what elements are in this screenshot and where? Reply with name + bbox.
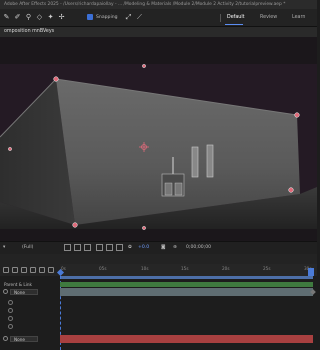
composition-panel-header: omposition mnBVeys [0,27,317,38]
ruler-label: 20s [222,266,230,271]
show-snapshot-icon[interactable]: ⊛ [173,244,177,252]
composition-viewer[interactable] [0,37,317,264]
resolution-dropdown[interactable]: (Full) [22,244,33,252]
ruler-label: 15s [181,266,189,271]
snapping-label: Snapping [96,15,118,20]
layer-row[interactable]: None [0,335,60,343]
snapping-checkbox[interactable] [87,14,93,20]
draft-3d-icon[interactable] [106,244,113,251]
toolbar: ✎ ✐ ⚲ ◇ ✦ ✢ Snapping ⤢ ⟋ Default Review … [0,9,317,27]
shy-layers-icon[interactable] [21,267,27,273]
color-channel-icon[interactable] [96,244,103,251]
draft-3d-switch-icon[interactable] [12,267,18,273]
viewer-controls: ▾ (Full) ✿ +0.0 ◙ ⊛ 0;00;00;00 [0,241,317,254]
window-1 [191,146,199,178]
parent-link-header: Parent & Link [4,282,32,287]
workspace-review[interactable]: Review [260,14,277,22]
handle-mid-right [288,187,294,193]
workspace-separator [220,14,221,22]
ruler-label: 05s [99,266,107,271]
exposure-value[interactable]: +0.0 [138,244,149,252]
brush-tool-icon[interactable]: ✐ [13,13,22,22]
region-of-interest-icon[interactable] [64,244,71,251]
viewer-canvas [0,37,317,264]
snapshot-icon[interactable]: ◙ [161,244,165,252]
stopwatch-icon[interactable] [8,308,13,313]
ruler-label: 10s [141,266,149,271]
layer-duration-bar-red[interactable] [60,335,313,343]
timeline-switches [0,264,60,276]
magnification-dropdown[interactable]: ▾ [3,244,5,252]
workspace-learn[interactable]: Learn [292,14,305,22]
roto-tool-icon[interactable]: ✦ [46,13,55,22]
live-update-icon[interactable] [3,267,9,273]
parent-dropdown[interactable]: None [10,336,38,342]
ruler-label: 25s [263,266,271,271]
time-ruler[interactable]: 0s 05s 10s 15s 20s 25s 30s [60,264,317,276]
pick-whip-icon[interactable] [3,336,8,341]
guides-icon[interactable] [116,244,123,251]
workspace-default[interactable]: Default [227,14,245,22]
work-area-end-handle[interactable] [308,268,314,276]
graph-editor-icon[interactable] [48,267,54,273]
active-workspace-indicator [225,24,243,25]
handle-top-right [294,112,300,118]
transparency-grid-icon[interactable] [74,244,81,251]
handle-mid-left [8,147,12,151]
handle-bottom-mid [142,226,146,230]
frame-blending-icon[interactable] [30,267,36,273]
stamp-tool-icon[interactable]: ⚲ [24,13,33,22]
layer-duration-bar-green[interactable] [60,282,313,287]
door-pane-left [164,182,173,196]
layer-duration-bar-gray[interactable] [60,288,313,296]
parent-dropdown[interactable]: None [10,289,38,295]
motion-blur-icon[interactable] [39,267,45,273]
door-pane-right [174,182,183,196]
snap-edges-icon[interactable]: ⟋ [135,13,144,22]
snap-target-icon[interactable]: ⤢ [124,13,133,22]
pen-tool-icon[interactable]: ✎ [2,13,11,22]
handle-top-mid [142,64,146,68]
stopwatch-icon[interactable] [8,300,13,305]
stopwatch-icon[interactable] [8,324,13,329]
window-2 [206,144,214,178]
eraser-tool-icon[interactable]: ◇ [35,13,44,22]
layer-row[interactable]: None [0,288,60,296]
timeline-header [0,254,317,264]
stopwatch-icon[interactable] [8,316,13,321]
work-area-bar[interactable] [60,276,313,279]
window-title: Adobe After Effects 2025 - /Users/richar… [0,0,317,9]
exposure-reset-icon[interactable]: ✿ [128,244,132,252]
handle-bottom-left [72,222,78,228]
handle-top-left [53,76,59,82]
current-timecode[interactable]: 0;00;00;00 [186,244,211,252]
mask-visibility-icon[interactable] [84,244,91,251]
puppet-tool-icon[interactable]: ✢ [57,13,66,22]
pick-whip-icon[interactable] [3,289,8,294]
